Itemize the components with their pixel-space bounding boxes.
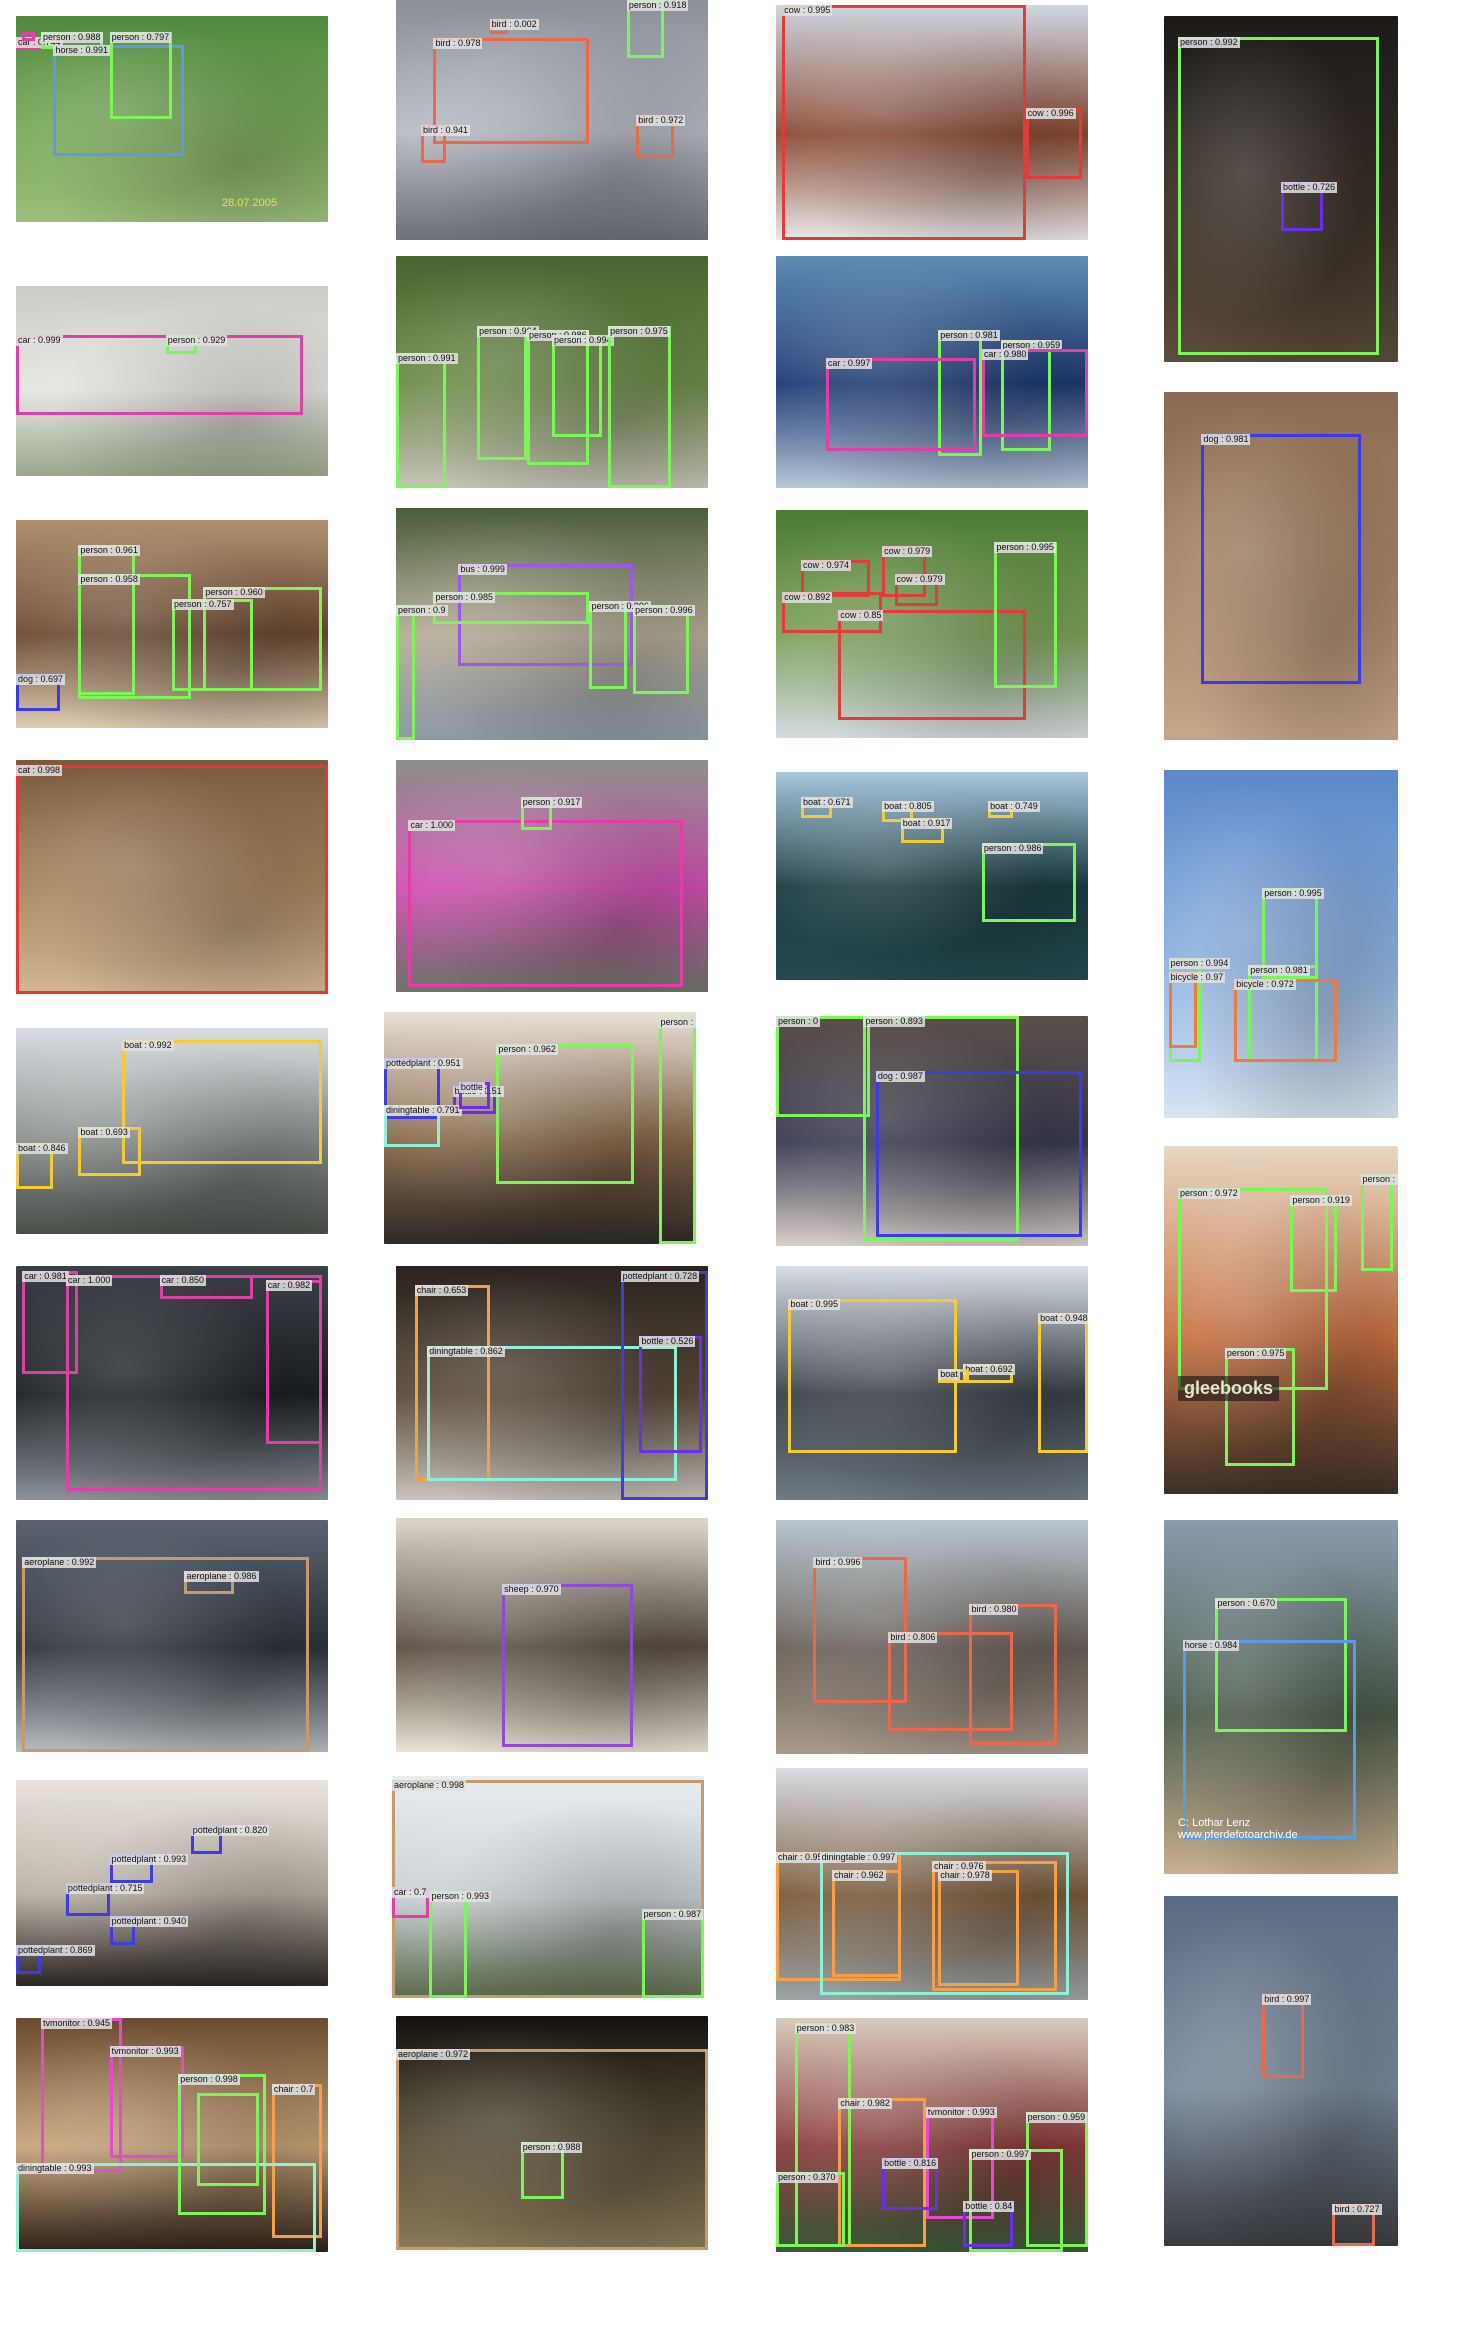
- photo-texture: [396, 1518, 708, 1752]
- photo-texture: [16, 760, 328, 994]
- photo-texture: [1164, 1896, 1398, 2246]
- photo-texture: [16, 286, 328, 476]
- photo-texture: [776, 510, 1088, 738]
- photo-texture: [396, 2016, 708, 2250]
- detection-photo: tvmonitor : 0.945 tvmonitor : 0.993 person…: [16, 2018, 328, 2252]
- detection-photo: person : 0.981 person : 0.959 car : 0.997 c…: [776, 256, 1088, 488]
- photo-texture: [396, 0, 708, 240]
- detection-photo: car : 0.744 person : 0.988 horse : 0.991 pe…: [16, 16, 328, 222]
- photo-texture: [396, 760, 708, 992]
- photo-texture: [16, 1266, 328, 1500]
- detection-photo: boat : 0.671 boat : 0.805 boat : 0.749 boat…: [776, 772, 1088, 980]
- detection-photo: aeroplane : 0.972 person : 0.988: [396, 2016, 708, 2250]
- detection-photo: person : 0.983 chair : 0.982 tvmonitor : 0…: [776, 2018, 1088, 2252]
- detection-photo: aeroplane : 0.992 aeroplane : 0.986: [16, 1520, 328, 1752]
- photo-texture: [16, 2018, 328, 2252]
- detection-results-grid: car : 0.744 person : 0.988 horse : 0.991 pe…: [0, 0, 1468, 2342]
- photo-texture: [16, 1028, 328, 1234]
- detection-photo: boat : 0.992 boat : 0.693 boat : 0.846: [16, 1028, 328, 1234]
- photo-texture: [776, 2018, 1088, 2252]
- detection-photo: bird : 0.002 person : 0.918 bird : 0.978 bi…: [396, 0, 708, 240]
- photo-texture: [1164, 1146, 1398, 1494]
- photo-texture: [384, 1012, 696, 1244]
- photo-texture: [392, 1776, 704, 1998]
- detection-photo: person : 0.995 person : 0.994 person : 0.9…: [1164, 770, 1398, 1118]
- photo-texture: [1164, 770, 1398, 1118]
- photo-texture: [16, 520, 328, 728]
- detection-photo: car : 0.981 car : 1.000 car : 0.850 car : 0…: [16, 1266, 328, 1500]
- detection-photo: person : 0.992 bottle : 0.726: [1164, 16, 1398, 362]
- photo-texture: [776, 772, 1088, 980]
- photo-texture: [776, 1266, 1088, 1500]
- detection-photo: person : 0 person : 0.893 dog : 0.987: [776, 1016, 1088, 1246]
- photo-texture: [776, 5, 1088, 240]
- detection-photo: pottedplant : 0.820 pottedplant : 0.993 po…: [16, 1780, 328, 1986]
- photo-texture: [396, 256, 708, 488]
- detection-photo: bird : 0.996 bird : 0.980 bird : 0.806: [776, 1520, 1088, 1754]
- detection-photo: sheep : 0.970: [396, 1518, 708, 1752]
- detection-photo: dog : 0.981: [1164, 392, 1398, 740]
- detection-photo: person : 0.964 person : 0.986 person : 0.9…: [396, 256, 708, 488]
- photo-watermark: gleebooks: [1178, 1375, 1280, 1401]
- detection-photo: chair : 0.95 diningtable : 0.997 chair : 0…: [776, 1768, 1088, 2000]
- photo-texture: [776, 1016, 1088, 1246]
- detection-photo: chair : 0.653 diningtable : 0.862 pottedpl…: [396, 1266, 708, 1500]
- photo-watermark: 28.07.2005: [221, 197, 277, 210]
- detection-photo: person : 0.961 person : 0.958 person : 0.9…: [16, 520, 328, 728]
- detection-photo: car : 0.999 person : 0.929: [16, 286, 328, 476]
- detection-photo: aeroplane : 0.998 person : 0.993 person : …: [392, 1776, 704, 1998]
- photo-texture: [16, 16, 328, 222]
- detection-photo: cow : 0.974 cow : 0.979 cow : 0.979 cow : 0…: [776, 510, 1088, 738]
- photo-watermark: C: Lothar Lenz www.pferdefotoarchiv.de: [1178, 1817, 1298, 1842]
- photo-texture: [776, 256, 1088, 488]
- detection-photo: person : 0.948person : 0.972person : 0.9…: [1164, 1146, 1398, 1494]
- detection-photo: bird : 0.997 bird : 0.727: [1164, 1896, 1398, 2246]
- detection-photo: person : 0.670 horse : 0.984 C: Lothar Len…: [1164, 1520, 1398, 1874]
- photo-texture: [16, 1520, 328, 1752]
- detection-photo: person : 0.930person : 0.962pottedplant …: [384, 1012, 696, 1244]
- photo-texture: [1164, 16, 1398, 362]
- detection-photo: bus : 0.999 person : 0.985 person : 0.996 p…: [396, 508, 708, 740]
- photo-texture: [776, 1520, 1088, 1754]
- photo-texture: [396, 508, 708, 740]
- photo-texture: [396, 1266, 708, 1500]
- photo-texture: [776, 1768, 1088, 2000]
- photo-texture: [16, 1780, 328, 1986]
- detection-photo: cat : 0.998: [16, 760, 328, 994]
- detection-photo: cow : 0.995 cow : 0.996: [776, 5, 1088, 240]
- detection-photo: car : 1.000 person : 0.917: [396, 760, 708, 992]
- detection-photo: boat : 0.995 boat : 0.948 boat : 0.692 boat: [776, 1266, 1088, 1500]
- photo-texture: [1164, 392, 1398, 740]
